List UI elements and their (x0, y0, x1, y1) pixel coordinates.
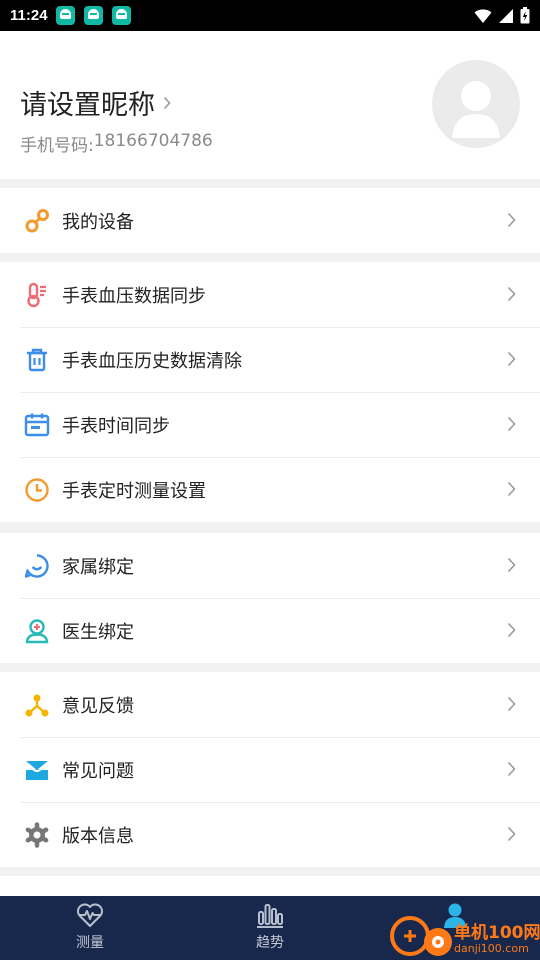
menu-item-bp-clear[interactable]: 手表血压历史数据清除 (0, 327, 540, 392)
network-nodes-icon (24, 692, 50, 718)
menu-item-my-device[interactable]: 我的设备 (0, 188, 540, 253)
menu-label: 手表定时测量设置 (62, 480, 206, 502)
menu-label: 手表血压数据同步 (62, 285, 206, 307)
thermometer-icon (24, 282, 50, 308)
menu-item-doctor-bind[interactable]: 医生绑定 (0, 598, 540, 663)
chevron-right-icon (507, 416, 516, 432)
watermark-emblem-icon (390, 916, 452, 956)
chevron-right-icon (507, 351, 516, 367)
phone-number: 手机号码: 18166704786 (20, 131, 213, 156)
calendar-icon (24, 412, 50, 438)
inbox-icon (24, 757, 50, 783)
chevron-right-icon (507, 826, 516, 842)
trash-icon (24, 347, 50, 373)
menu-label: 家属绑定 (62, 556, 134, 578)
menu-item-timed-measure[interactable]: 手表定时测量设置 (0, 457, 540, 522)
menu-item-feedback[interactable]: 意见反馈 (0, 672, 540, 737)
chevron-right-icon (507, 557, 516, 573)
tab-label: 趋势 (256, 935, 284, 951)
menu-label: 手表时间同步 (62, 415, 170, 437)
status-bar: 11:24 (0, 0, 540, 31)
menu-label: 我的设备 (62, 211, 134, 233)
chevron-right-icon (507, 286, 516, 302)
device-icon (24, 208, 50, 234)
heart-pulse-icon (77, 903, 103, 927)
menu-item-version[interactable]: 版本信息 (0, 802, 540, 867)
status-time: 11:24 (10, 7, 48, 24)
menu-label: 常见问题 (62, 760, 134, 782)
tab-measure[interactable]: 测量 (0, 896, 180, 960)
smile-chat-icon (24, 553, 50, 579)
bar-chart-icon (257, 904, 283, 928)
menu-item-bp-sync[interactable]: 手表血压数据同步 (0, 262, 540, 327)
chevron-right-icon (507, 761, 516, 777)
menu-group-help: 意见反馈 常见问题 版本信息 (0, 672, 540, 867)
menu-item-family-bind[interactable]: 家属绑定 (0, 533, 540, 598)
app-notification-icon (111, 6, 131, 25)
menu-label: 意见反馈 (62, 695, 134, 717)
watermark-logo: 单机100网 danji100.com (388, 904, 540, 960)
app-notification-icon (55, 6, 75, 25)
chevron-right-icon (507, 696, 516, 712)
chevron-right-icon (507, 481, 516, 497)
menu-group-partial (0, 876, 540, 896)
nickname-button[interactable]: 请设置昵称 (20, 83, 171, 122)
wifi-icon (474, 8, 492, 23)
app-notification-icon (83, 6, 103, 25)
gear-icon (24, 821, 50, 848)
chevron-right-icon (163, 96, 171, 109)
menu-item-time-sync[interactable]: 手表时间同步 (0, 392, 540, 457)
phone-label: 手机号码: (20, 136, 94, 156)
menu-label: 手表血压历史数据清除 (62, 350, 242, 372)
tab-trend[interactable]: 趋势 (180, 896, 360, 960)
signal-icon (499, 8, 513, 23)
nickname-text: 请设置昵称 (20, 90, 155, 121)
menu-group-binding: 家属绑定 医生绑定 (0, 533, 540, 663)
default-avatar-icon (452, 81, 500, 138)
chevron-right-icon (507, 622, 516, 638)
clock-icon (24, 477, 50, 503)
menu-group-device: 我的设备 (0, 188, 540, 253)
watermark-name: 单机100网 (454, 923, 540, 943)
tab-label: 测量 (76, 935, 104, 951)
watermark-url: danji100.com (454, 942, 529, 955)
doctor-icon (24, 618, 50, 644)
menu-label: 医生绑定 (62, 621, 134, 643)
avatar[interactable] (432, 60, 520, 148)
menu-group-watch: 手表血压数据同步 手表血压历史数据清除 手表时间同步 手表定时测量设置 (0, 262, 540, 522)
chevron-right-icon (507, 212, 516, 228)
menu-label: 版本信息 (62, 825, 134, 847)
battery-icon (520, 7, 530, 24)
profile-header: 请设置昵称 手机号码: 18166704786 (0, 31, 540, 179)
menu-item-faq[interactable]: 常见问题 (0, 737, 540, 802)
phone-value: 18166704786 (93, 131, 213, 151)
